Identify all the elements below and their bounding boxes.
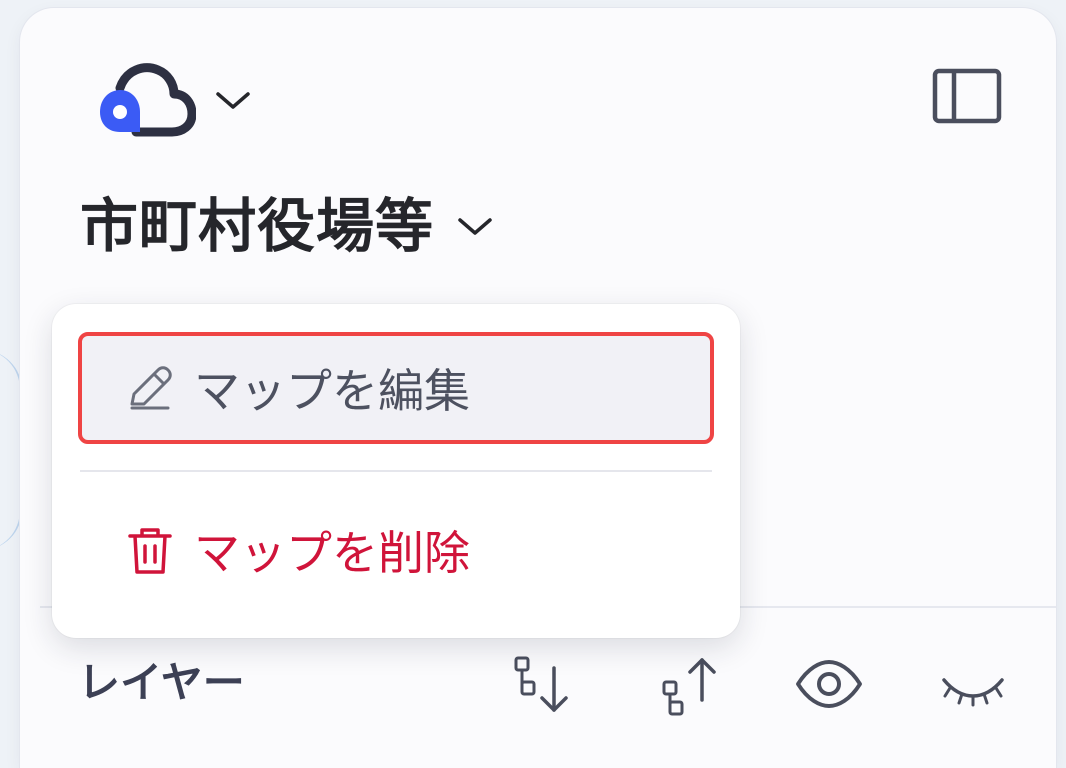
sort-ascending-icon[interactable]	[656, 648, 720, 720]
eye-closed-icon[interactable]	[940, 648, 1006, 720]
trash-icon	[128, 528, 172, 574]
cloud-pin-icon	[100, 63, 196, 137]
app-switcher[interactable]	[80, 58, 252, 142]
map-background-line	[0, 350, 22, 550]
map-title-selector[interactable]: 市町村役場等	[80, 186, 494, 266]
delete-map-menu-item[interactable]: マップを削除	[78, 494, 714, 606]
map-actions-menu: マップを編集 マップを削除	[52, 304, 740, 638]
sort-descending-icon[interactable]	[508, 648, 572, 720]
chevron-down-icon	[458, 218, 492, 235]
edit-map-label: マップを編集	[194, 364, 470, 418]
chevron-down-icon	[216, 92, 250, 109]
page-title: 市町村役場等	[80, 192, 435, 260]
layers-title: レイヤー	[78, 658, 245, 707]
pencil-icon	[130, 366, 172, 410]
eye-icon[interactable]	[794, 648, 864, 720]
delete-map-label: マップを削除	[194, 526, 470, 580]
sidebar-panel-icon[interactable]	[932, 68, 1002, 124]
layers-header: レイヤー	[78, 648, 1028, 728]
edit-map-menu-item[interactable]: マップを編集	[78, 332, 714, 444]
menu-divider	[80, 470, 712, 472]
